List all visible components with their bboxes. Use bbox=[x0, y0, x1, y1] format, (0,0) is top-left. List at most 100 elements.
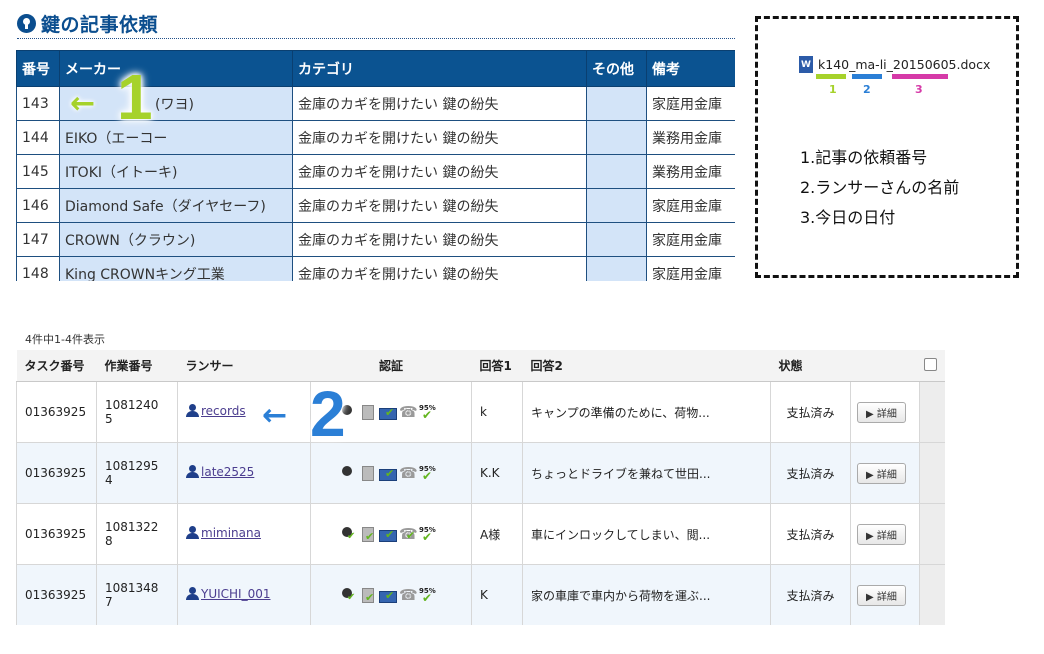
cell-remarks: 家庭用金庫 bbox=[646, 86, 735, 121]
cell-detail: ▶ 詳細 bbox=[850, 503, 920, 565]
lancer-link[interactable]: miminana bbox=[186, 526, 261, 540]
detail-button[interactable]: ▶ 詳細 bbox=[857, 401, 906, 423]
lancer-link[interactable]: records bbox=[186, 404, 246, 418]
cell-maker: EIKO（エーコー bbox=[59, 120, 293, 155]
cell-task-number: 01363925 bbox=[16, 381, 97, 443]
cell-maker: Diamond Safe（ダイヤセーフ) bbox=[59, 188, 293, 223]
cell-status: 支払済み bbox=[770, 381, 851, 443]
col-remarks: 備考 bbox=[646, 50, 735, 87]
cell-remarks: 家庭用金庫 bbox=[646, 256, 735, 281]
col-answer2: 回答2 bbox=[522, 350, 771, 382]
cell-lancer: miminana bbox=[177, 503, 311, 565]
cell-other bbox=[586, 222, 647, 257]
table-row: 01363925 10813228 miminana 95% A様 車にインロッ… bbox=[16, 503, 945, 565]
annotation-arrow-2: ← bbox=[262, 398, 288, 433]
cell-lancer: YUICHI_001 bbox=[177, 564, 311, 625]
cell-verification: 95% bbox=[310, 503, 472, 565]
lancer-link[interactable]: late2525 bbox=[186, 465, 254, 479]
cell-detail: ▶ 詳細 bbox=[850, 381, 920, 443]
cell-number: 147 bbox=[16, 222, 60, 257]
cell-maker: King CROWNキング工業 bbox=[59, 256, 293, 281]
select-all-checkbox[interactable] bbox=[923, 357, 937, 371]
cell-work-number: 1081295 4 bbox=[96, 442, 178, 504]
col-category: カテゴリ bbox=[292, 50, 587, 87]
col-select-all bbox=[919, 350, 945, 382]
cell-number: 145 bbox=[16, 154, 60, 189]
cell-answer1: K.K bbox=[471, 442, 523, 504]
note-item: 1.記事の依頼番号 bbox=[800, 148, 928, 167]
face-verify-icon bbox=[339, 526, 355, 542]
cell-remarks: 家庭用金庫 bbox=[646, 188, 735, 223]
table-row: 146 Diamond Safe（ダイヤセーフ) 金庫のカギを開けたい 鍵の紛失… bbox=[16, 188, 735, 223]
result-count: 4件中1-4件表示 bbox=[25, 333, 105, 346]
card-verify-icon bbox=[379, 404, 397, 420]
user-icon bbox=[186, 404, 199, 418]
col-work-number: 作業番号 bbox=[96, 350, 178, 382]
cell-maker: CROWN（クラウン) bbox=[59, 222, 293, 257]
cell-maker: ITOKI（イトーキ) bbox=[59, 154, 293, 189]
cell-answer1: A様 bbox=[471, 503, 523, 565]
annotation-arrow-1: ← bbox=[70, 86, 96, 121]
cell-other bbox=[586, 86, 647, 121]
table-row: 145 ITOKI（イトーキ) 金庫のカギを開けたい 鍵の紛失 業務用金庫 bbox=[16, 154, 735, 189]
cell-answer2: 家の車庫で車内から荷物を運ぶ... bbox=[522, 564, 771, 625]
cell-detail: ▶ 詳細 bbox=[850, 564, 920, 625]
cell-category: 金庫のカギを開けたい 鍵の紛失 bbox=[292, 120, 587, 155]
phone-icon bbox=[399, 464, 418, 482]
phone-icon bbox=[399, 525, 418, 543]
user-icon bbox=[186, 465, 199, 479]
cell-select bbox=[919, 564, 945, 625]
cell-task-number: 01363925 bbox=[16, 564, 97, 625]
percent-check-icon: 95% bbox=[419, 404, 436, 422]
bar-label-1: 1 bbox=[829, 83, 837, 96]
note-box: W k140_ma-li_20150605.docx 1 2 3 1.記事の依頼… bbox=[755, 16, 1019, 278]
cell-select bbox=[919, 442, 945, 504]
table-row: 01363925 10813487 YUICHI_001 95% K 家の車庫で… bbox=[16, 564, 945, 625]
cell-detail: ▶ 詳細 bbox=[850, 442, 920, 504]
table-row: 01363925 10812954 late2525 95% K.K ちょっとド… bbox=[16, 442, 945, 504]
bar-part-3 bbox=[892, 74, 948, 79]
lancer-link[interactable]: YUICHI_001 bbox=[186, 587, 271, 601]
col-maker: メーカー bbox=[59, 50, 293, 87]
percent-check-icon: 95% bbox=[419, 465, 436, 483]
cell-verification: 95% bbox=[310, 442, 472, 504]
annotation-number-1: 1 bbox=[117, 61, 153, 133]
task-table: タスク番号 作業番号 ランサー 認証 回答1 回答2 状態 01363925 1… bbox=[16, 350, 945, 626]
card-verify-icon bbox=[379, 526, 397, 542]
cell-other bbox=[586, 154, 647, 189]
bar-part-1 bbox=[816, 74, 846, 79]
col-number: 番号 bbox=[16, 50, 60, 87]
cell-number: 144 bbox=[16, 120, 60, 155]
cell-lancer: records bbox=[177, 381, 311, 443]
col-task-number: タスク番号 bbox=[16, 350, 97, 382]
cell-answer2: ちょっとドライブを兼ねて世田... bbox=[522, 442, 771, 504]
page-title: 鍵の記事依頼 bbox=[41, 13, 159, 36]
detail-button[interactable]: ▶ 詳細 bbox=[857, 523, 906, 545]
cell-answer2: 車にインロックしてしまい、閲... bbox=[522, 503, 771, 565]
section-heading: 鍵の記事依頼 bbox=[17, 8, 735, 39]
cell-answer1: k bbox=[471, 381, 523, 443]
cell-category: 金庫のカギを開けたい 鍵の紛失 bbox=[292, 188, 587, 223]
col-detail bbox=[850, 350, 920, 382]
cell-status: 支払済み bbox=[770, 503, 851, 565]
cell-remarks: 家庭用金庫 bbox=[646, 222, 735, 257]
detail-button[interactable]: ▶ 詳細 bbox=[857, 584, 906, 606]
id-document-icon bbox=[359, 404, 375, 420]
id-document-icon bbox=[359, 526, 375, 543]
detail-button[interactable]: ▶ 詳細 bbox=[857, 462, 906, 484]
phone-icon bbox=[399, 586, 418, 604]
cell-category: 金庫のカギを開けたい 鍵の紛失 bbox=[292, 86, 587, 121]
cell-answer2: キャンプの準備のために、荷物... bbox=[522, 381, 771, 443]
cell-select bbox=[919, 503, 945, 565]
percent-check-icon: 95% bbox=[419, 587, 436, 605]
face-verify-icon bbox=[339, 587, 355, 603]
cell-other bbox=[586, 256, 647, 281]
cell-category: 金庫のカギを開けたい 鍵の紛失 bbox=[292, 222, 587, 257]
user-icon bbox=[186, 526, 199, 540]
note-item: 3.今日の日付 bbox=[800, 208, 896, 227]
cell-category: 金庫のカギを開けたい 鍵の紛失 bbox=[292, 154, 587, 189]
cell-category: 金庫のカギを開けたい 鍵の紛失 bbox=[292, 256, 587, 281]
col-other: その他 bbox=[586, 50, 647, 87]
cell-answer1: K bbox=[471, 564, 523, 625]
col-status: 状態 bbox=[770, 350, 851, 382]
